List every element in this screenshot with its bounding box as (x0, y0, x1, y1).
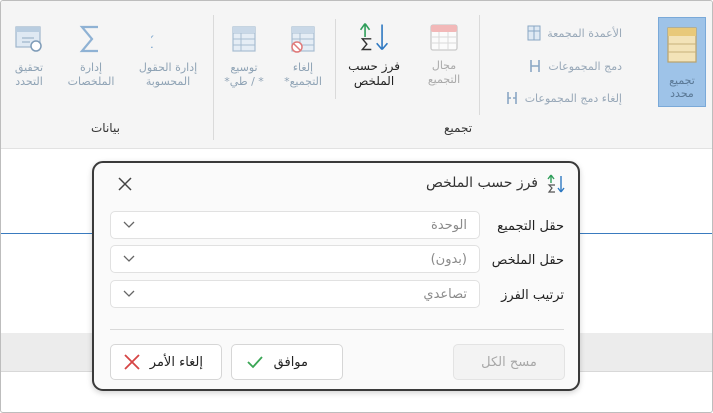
calendar-icon (427, 19, 461, 55)
sort-order-value: تصاعدي (423, 287, 467, 302)
sort-by-summary-dialog: فرز حسب الملخص حقل التجميع الوحدة حقل ال… (92, 161, 580, 391)
chevron-down-icon (123, 290, 135, 297)
group-field-label: حقل التجميع (497, 219, 564, 234)
ribbon: تحقيق التحدد إدارة الملخصات fx إدارة الح… (1, 1, 712, 149)
check-data-button[interactable]: تحقيق التحدد (3, 21, 55, 89)
group-selected-button[interactable]: تجميع محدد (658, 17, 706, 107)
ok-label: موافق (273, 354, 308, 370)
group-field-value: الوحدة (431, 218, 467, 233)
data-group-label: بيانات (91, 121, 120, 135)
summary-field-value: (بدون) (430, 252, 467, 267)
check-data-label: تحقيق التحدد (14, 61, 44, 88)
function-icon: fx (151, 21, 185, 57)
summary-field-select[interactable]: (بدون) (110, 245, 480, 273)
merge-groups-icon (530, 60, 541, 72)
group-range-button[interactable]: مجال التجميع (413, 19, 475, 87)
sort-order-label: ترتيب الفرز (501, 288, 564, 303)
sort-summary-icon (547, 174, 565, 193)
expand-collapse-label: توسيع * / طي* (224, 61, 264, 88)
cancel-label: إلغاء الأمر (149, 354, 203, 370)
group-range-label: مجال التجميع (427, 59, 461, 86)
app-window: تحقيق التحدد إدارة الملخصات fx إدارة الح… (0, 0, 713, 413)
sort-sigma-icon (357, 19, 391, 55)
sort-by-summary-label: فرز حسب الملخص (348, 59, 400, 88)
ungroup-selection-button[interactable]: إلغاء التجميع* (275, 21, 331, 89)
grouped-columns-icon (527, 25, 541, 41)
checkmark-icon (247, 356, 263, 369)
clear-all-button[interactable]: مسح الكل (453, 344, 565, 380)
unmerge-groups-label: إلغاء دمج المجموعات (524, 91, 622, 105)
chevron-down-icon (123, 221, 135, 228)
cancel-button[interactable]: إلغاء الأمر (110, 344, 222, 380)
ribbon-separator (335, 19, 336, 99)
manage-aggregates-label: إدارة الملخصات (67, 61, 115, 88)
sort-order-select[interactable]: تصاعدي (110, 280, 480, 308)
group-field-select[interactable]: الوحدة (110, 211, 480, 239)
grouped-columns-label: الأعمدة المجمعة (547, 26, 622, 40)
manage-calculated-fields-button[interactable]: fx إدارة الحقول المحسوبة (125, 21, 211, 89)
dialog-title: فرز حسب الملخص (425, 175, 538, 191)
table-ungroup-icon (286, 21, 320, 57)
svg-text:fx: fx (151, 26, 154, 54)
table-expand-icon (227, 21, 261, 57)
ok-button[interactable]: موافق (231, 344, 343, 380)
group-selected-label: تجميع محدد (669, 74, 695, 100)
merge-groups-item[interactable]: دمج المجموعات (528, 58, 622, 74)
close-x-icon (124, 354, 140, 370)
manage-calculated-fields-label: إدارة الحقول المحسوبة (138, 61, 198, 88)
ungroup-selection-label: إلغاء التجميع* (284, 61, 322, 88)
group-group-label: تجميع (444, 121, 473, 135)
grouped-columns-item[interactable]: الأعمدة المجمعة (527, 25, 622, 41)
sigma-icon (74, 21, 108, 57)
ribbon-separator (213, 15, 214, 140)
ribbon-separator (479, 15, 480, 115)
sort-by-summary-button[interactable]: فرز حسب الملخص (341, 19, 407, 89)
manage-aggregates-button[interactable]: إدارة الملخصات (59, 21, 123, 89)
unmerge-groups-item[interactable]: إلغاء دمج المجموعات (505, 90, 622, 106)
merge-groups-label: دمج المجموعات (548, 59, 622, 73)
check-data-icon (12, 21, 46, 57)
chevron-down-icon (123, 255, 135, 262)
close-icon[interactable] (116, 175, 134, 193)
unmerge-groups-icon (506, 92, 517, 104)
dialog-divider (110, 329, 564, 330)
clear-all-label: مسح الكل (481, 354, 537, 370)
summary-field-label: حقل الملخص (491, 253, 564, 268)
expand-collapse-button[interactable]: توسيع * / طي* (215, 21, 273, 89)
table-group-icon (667, 27, 697, 63)
